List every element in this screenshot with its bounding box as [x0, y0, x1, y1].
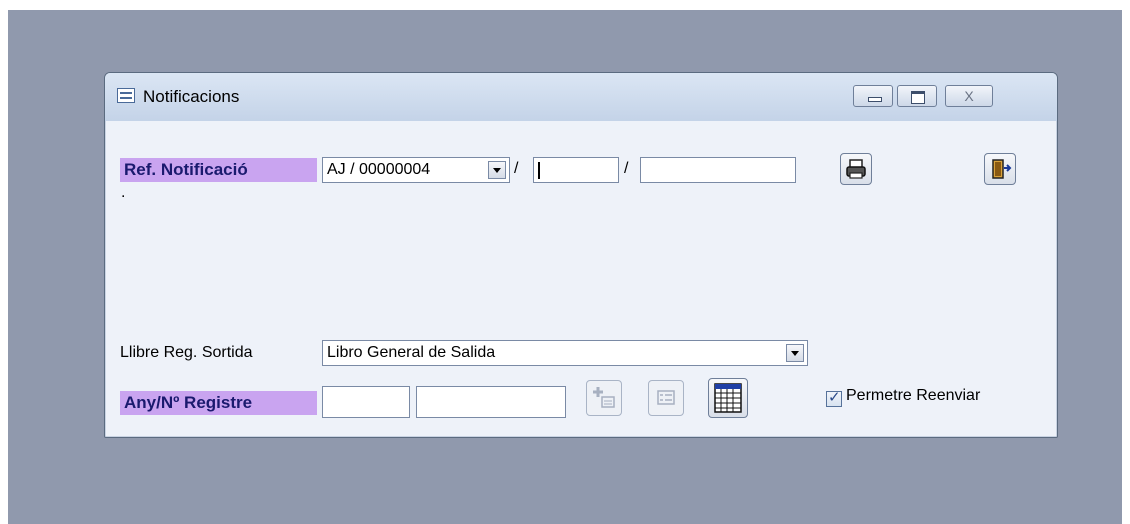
close-button[interactable]: X	[945, 85, 993, 107]
window-title: Notificacions	[143, 87, 240, 106]
ref-prefix-value: AJ / 00000004	[327, 161, 431, 178]
separator-slash: /	[624, 160, 629, 177]
form-view-button[interactable]	[648, 380, 684, 416]
permetre-reenviar-checkbox[interactable]: ✓	[826, 389, 842, 407]
any-registre-label: Any/Nº Registre	[120, 391, 317, 415]
chevron-down-icon[interactable]	[786, 344, 804, 362]
exit-door-icon	[992, 159, 1012, 179]
llibre-reg-sortida-value: Libro General de Salida	[327, 344, 496, 361]
ref-prefix-dropdown[interactable]: AJ / 00000004	[322, 157, 510, 183]
print-button[interactable]	[840, 153, 872, 185]
minimize-icon	[868, 97, 882, 102]
exit-button[interactable]	[984, 153, 1016, 185]
text-cursor	[538, 162, 540, 179]
grid-table-icon	[714, 383, 742, 413]
checkmark-icon: ✓	[828, 389, 841, 406]
title-bar[interactable]: Notificacions X	[105, 73, 1057, 121]
chevron-down-icon[interactable]	[488, 161, 506, 179]
llibre-reg-sortida-label: Llibre Reg. Sortida	[120, 344, 253, 361]
notificacions-window: Notificacions X	[104, 72, 1058, 438]
form-icon	[657, 390, 675, 405]
ref-notificacio-label: Ref. Notificació	[120, 158, 317, 182]
separator-slash: /	[514, 160, 519, 177]
add-record-button[interactable]	[586, 380, 622, 416]
maximize-button[interactable]	[897, 85, 937, 107]
grid-view-button[interactable]	[708, 378, 748, 418]
printer-icon	[846, 159, 866, 179]
registre-year-field[interactable]	[322, 386, 410, 418]
close-icon: X	[964, 88, 974, 104]
ref-field-2[interactable]	[533, 157, 619, 183]
llibre-reg-sortida-dropdown[interactable]: Libro General de Salida	[322, 340, 808, 366]
add-record-icon	[593, 387, 615, 408]
form-window-icon	[117, 88, 135, 103]
registre-number-field[interactable]	[416, 386, 566, 418]
permetre-reenviar-label[interactable]: Permetre Reenviar	[846, 387, 980, 405]
info-text: .	[121, 184, 126, 201]
ref-field-3[interactable]	[640, 157, 796, 183]
maximize-icon	[911, 91, 925, 104]
minimize-button[interactable]	[853, 85, 893, 107]
